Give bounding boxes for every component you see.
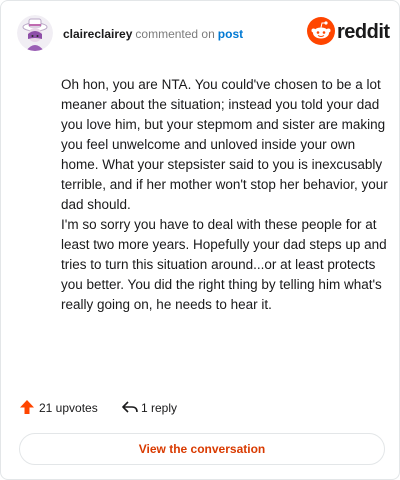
comment-paragraph: Oh hon, you are NTA. You could've chosen… (61, 77, 388, 212)
comment-header: claireclairey commented on post reddit (17, 15, 390, 55)
embedded-comment-card: claireclairey commented on post reddit Oh … (0, 0, 400, 480)
user-avatar[interactable] (17, 15, 53, 51)
reddit-wordmark: reddit (337, 21, 390, 43)
comment-body: Oh hon, you are NTA. You could've chosen… (61, 75, 393, 315)
comment-paragraph: I'm so sorry you have to deal with these… (61, 217, 387, 312)
post-link[interactable]: post (218, 27, 243, 41)
reddit-brand[interactable]: reddit (307, 17, 390, 45)
reddit-logo-icon (307, 17, 335, 45)
comment-meta: claireclairey commented on post (63, 27, 243, 41)
comment-footer: 21 upvotes 1 reply (19, 399, 381, 417)
view-conversation-button[interactable]: View the conversation (19, 433, 385, 465)
replies-count[interactable]: 1 reply (141, 401, 177, 415)
reply-arrow-icon[interactable] (121, 399, 139, 415)
upvotes-count: 21 upvotes (39, 401, 98, 415)
commented-on-text: commented on (135, 27, 215, 41)
upvote-arrow-icon[interactable] (19, 399, 35, 415)
username-link[interactable]: claireclairey (63, 27, 132, 41)
